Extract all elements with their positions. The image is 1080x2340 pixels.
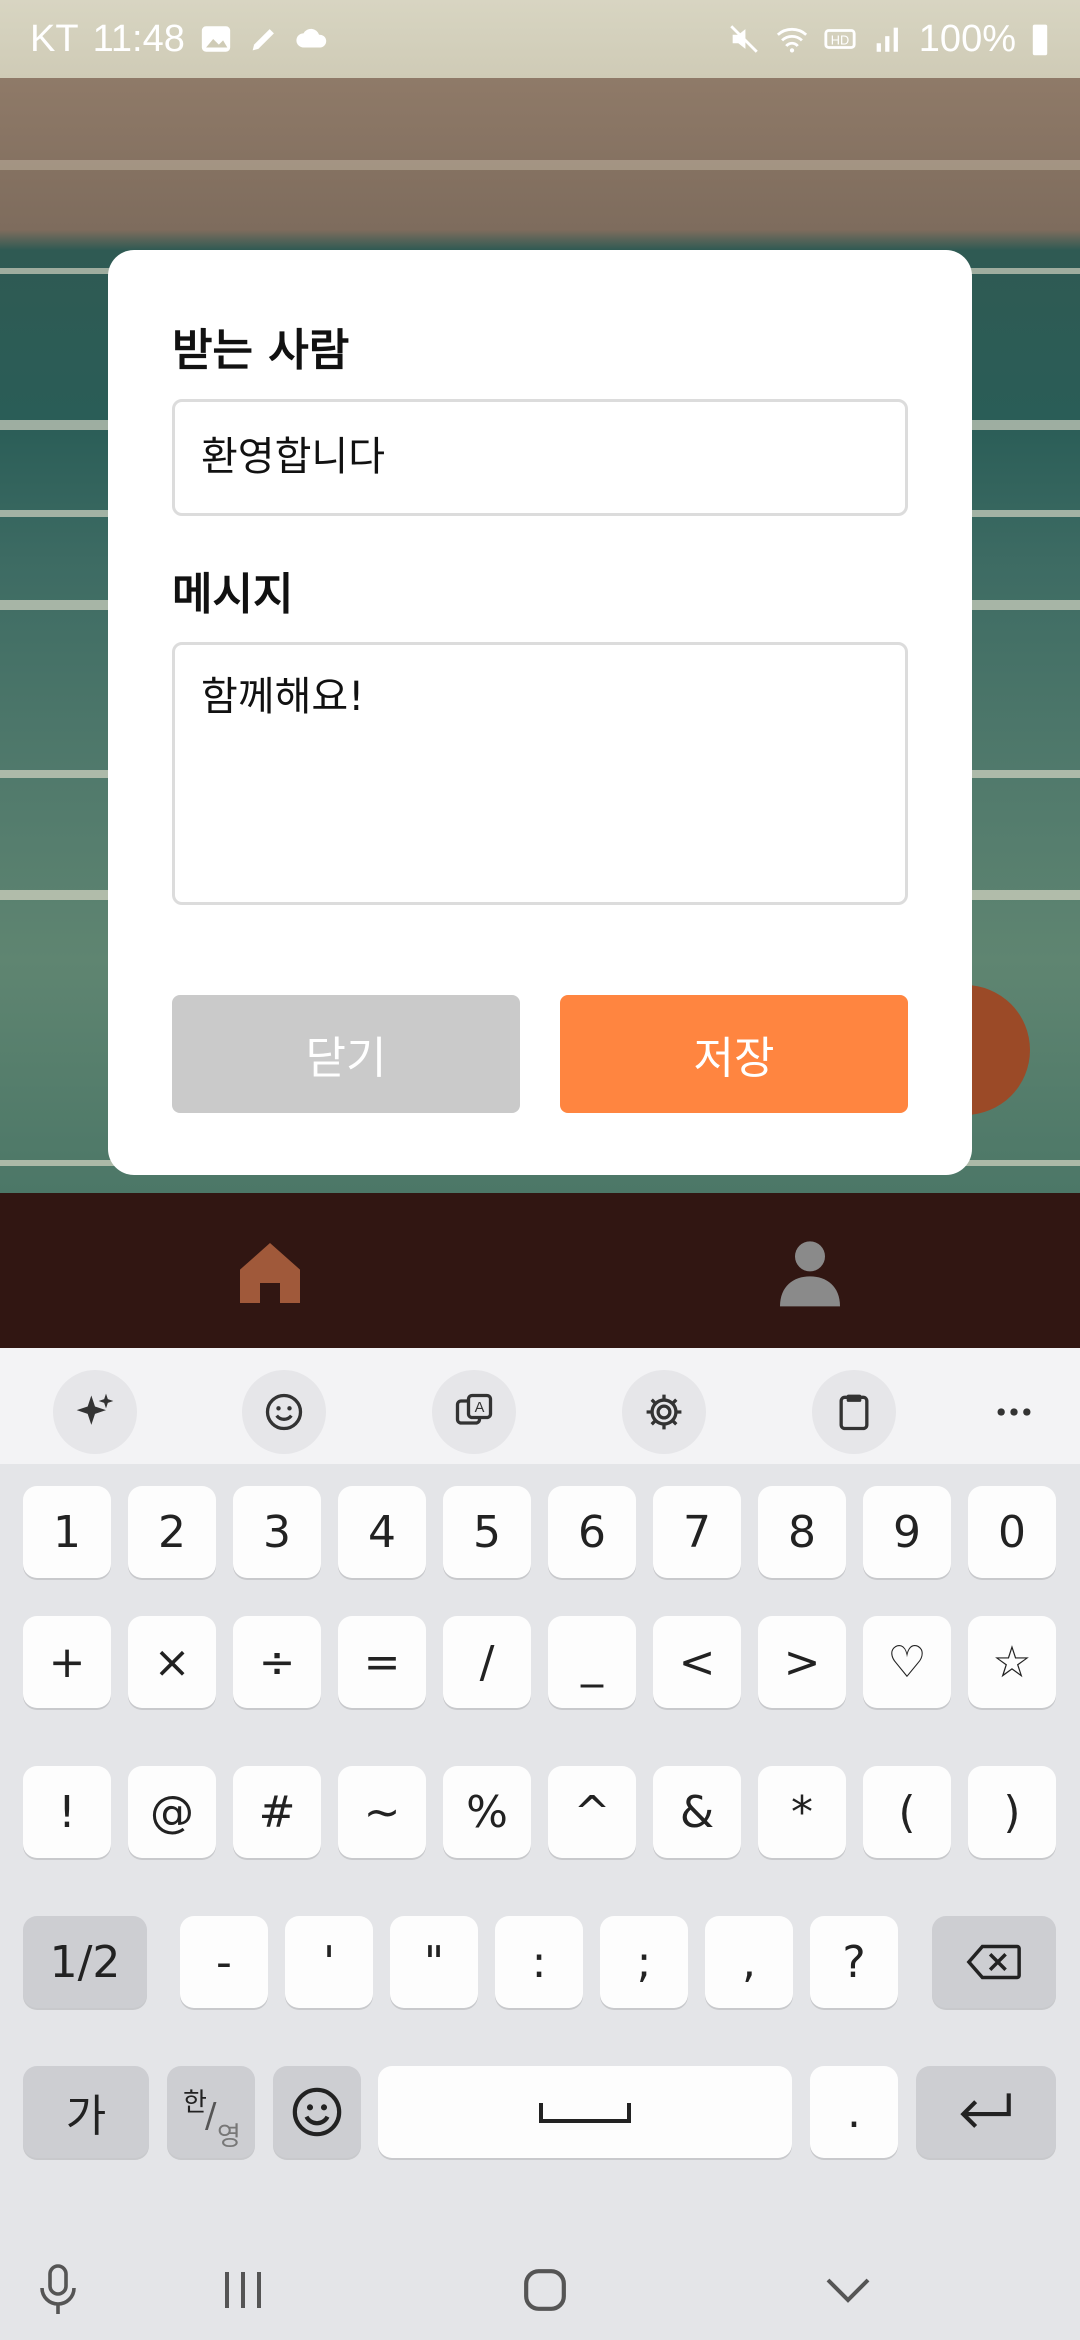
- home-button-icon[interactable]: [515, 2260, 575, 2320]
- message-textarea[interactable]: 함께해요!: [172, 642, 908, 905]
- message-label: 메시지: [172, 569, 294, 620]
- recent-apps-icon[interactable]: [213, 2260, 273, 2320]
- svg-text:A: A: [475, 1400, 485, 1416]
- han-label: 한: [183, 2088, 207, 2118]
- sparkle-icon[interactable]: [53, 1370, 137, 1454]
- key-1[interactable]: 1: [23, 1486, 111, 1578]
- battery-icon: [1032, 24, 1048, 56]
- key-5[interactable]: 5: [443, 1486, 531, 1578]
- backspace-key[interactable]: [932, 1916, 1056, 2008]
- signal-icon: [876, 27, 898, 52]
- mute-icon: [730, 25, 758, 53]
- key-colon[interactable]: :: [495, 1916, 583, 2008]
- message-dialog: 받는 사람 환영합니다 메시지 함께해요! 닫기 저장: [108, 250, 972, 1175]
- more-icon[interactable]: [972, 1370, 1056, 1454]
- key-less-than[interactable]: <: [653, 1616, 741, 1708]
- clock: 11:48: [92, 17, 185, 60]
- wifi-icon: [776, 27, 807, 53]
- emoji-icon: [292, 2087, 342, 2137]
- bottom-navigation: [0, 1193, 1080, 1348]
- key-9[interactable]: 9: [863, 1486, 951, 1578]
- space-icon: [539, 2103, 631, 2123]
- key-period[interactable]: .: [810, 2066, 898, 2158]
- emoji-icon[interactable]: [242, 1370, 326, 1454]
- key-heart[interactable]: ♡: [863, 1616, 951, 1708]
- key-hyphen[interactable]: -: [180, 1916, 268, 2008]
- emoji-key[interactable]: [273, 2066, 361, 2158]
- key-slash[interactable]: /: [443, 1616, 531, 1708]
- key-exclamation[interactable]: !: [23, 1766, 111, 1858]
- key-hash[interactable]: #: [233, 1766, 321, 1858]
- key-apostrophe[interactable]: ': [285, 1916, 373, 2008]
- key-at[interactable]: @: [128, 1766, 216, 1858]
- key-4[interactable]: 4: [338, 1486, 426, 1578]
- key-right-paren[interactable]: ): [968, 1766, 1056, 1858]
- recipient-label: 받는 사람: [172, 325, 350, 376]
- hd-icon: HD: [824, 29, 856, 49]
- key-divide[interactable]: ÷: [233, 1616, 321, 1708]
- enter-icon: [960, 2093, 1011, 2128]
- key-underscore[interactable]: _: [548, 1616, 636, 1708]
- translate-icon[interactable]: A: [432, 1370, 516, 1454]
- save-button[interactable]: 저장: [560, 995, 908, 1113]
- home-icon[interactable]: [230, 1233, 310, 1313]
- key-ampersand[interactable]: &: [653, 1766, 741, 1858]
- key-2[interactable]: 2: [128, 1486, 216, 1578]
- key-6[interactable]: 6: [548, 1486, 636, 1578]
- battery-percent: 100%: [918, 17, 1016, 60]
- key-left-paren[interactable]: (: [863, 1766, 951, 1858]
- korean-layout-key[interactable]: 가: [23, 2066, 149, 2158]
- pen-icon: [252, 29, 274, 51]
- key-comma[interactable]: ,: [705, 1916, 793, 2008]
- key-3[interactable]: 3: [233, 1486, 321, 1578]
- key-equals[interactable]: =: [338, 1616, 426, 1708]
- yeong-label: 영: [217, 2122, 241, 2152]
- key-0[interactable]: 0: [968, 1486, 1056, 1578]
- person-icon[interactable]: [770, 1233, 850, 1313]
- backspace-icon: [966, 1944, 1021, 1980]
- clipboard-icon[interactable]: [812, 1370, 896, 1454]
- cloud-icon: [296, 28, 327, 48]
- gallery-icon: [201, 26, 231, 52]
- space-key[interactable]: [378, 2066, 792, 2158]
- key-star[interactable]: ☆: [968, 1616, 1056, 1708]
- key-greater-than[interactable]: >: [758, 1616, 846, 1708]
- key-caret[interactable]: ^: [548, 1766, 636, 1858]
- gear-icon[interactable]: [622, 1370, 706, 1454]
- hide-keyboard-icon[interactable]: [818, 2260, 878, 2320]
- key-plus[interactable]: +: [23, 1616, 111, 1708]
- key-asterisk[interactable]: *: [758, 1766, 846, 1858]
- keyboard-toolbar: A: [0, 1348, 1080, 1464]
- key-question[interactable]: ?: [810, 1916, 898, 2008]
- key-8[interactable]: 8: [758, 1486, 846, 1578]
- enter-key[interactable]: [916, 2066, 1056, 2158]
- status-bar: KT 11:48 HD 100%: [0, 0, 1080, 78]
- carrier-label: KT: [30, 17, 79, 60]
- page-toggle-key[interactable]: 1/2: [23, 1916, 147, 2008]
- recipient-input[interactable]: 환영합니다: [172, 399, 908, 516]
- key-semicolon[interactable]: ;: [600, 1916, 688, 2008]
- keyboard: 1 2 3 4 5 6 7 8 9 0 + × ÷ = / _ < > ♡ ☆ …: [0, 1464, 1080, 2236]
- close-button[interactable]: 닫기: [172, 995, 520, 1113]
- key-percent[interactable]: %: [443, 1766, 531, 1858]
- key-multiply[interactable]: ×: [128, 1616, 216, 1708]
- key-quote[interactable]: ": [390, 1916, 478, 2008]
- key-7[interactable]: 7: [653, 1486, 741, 1578]
- key-tilde[interactable]: ~: [338, 1766, 426, 1858]
- slash-mark: /: [205, 2096, 217, 2136]
- system-navigation-bar: [0, 2236, 1080, 2340]
- language-switch-key[interactable]: 한 / 영: [167, 2066, 255, 2158]
- svg-text:HD: HD: [831, 33, 849, 48]
- microphone-icon[interactable]: [28, 2260, 88, 2320]
